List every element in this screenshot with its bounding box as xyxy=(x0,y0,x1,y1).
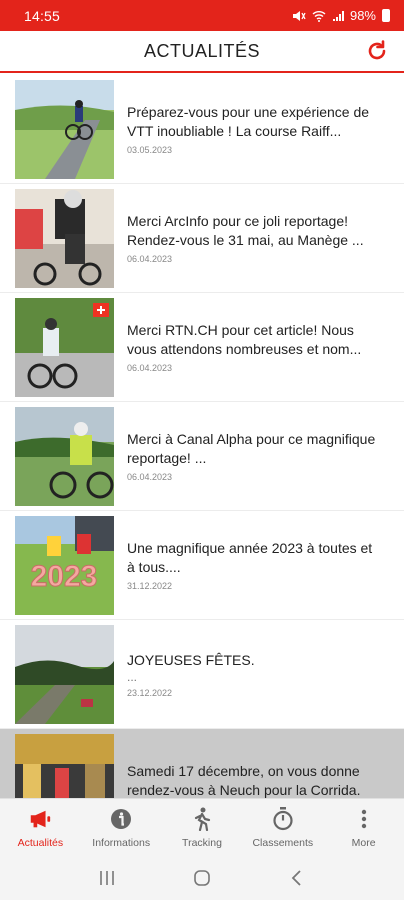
tab-more[interactable]: More xyxy=(323,799,404,856)
news-thumbnail xyxy=(15,624,114,724)
signal-icon xyxy=(332,10,344,21)
news-date: 03.05.2023 xyxy=(127,145,173,155)
thumbnail-year-text: 2023 xyxy=(31,560,98,593)
stopwatch-icon xyxy=(271,806,295,831)
walking-person-icon xyxy=(190,807,214,831)
news-date: 23.12.2022 xyxy=(127,687,173,698)
news-thumbnail xyxy=(15,733,114,798)
system-nav-bar xyxy=(0,856,404,900)
battery-level: 98% xyxy=(349,8,376,23)
status-icons: 98% xyxy=(292,8,390,23)
refresh-button[interactable] xyxy=(364,38,390,64)
bottom-tab-bar: Actualités Informations Tracking Classem… xyxy=(0,798,404,856)
news-title: Merci RTN.CH pour cet article! Nous vous… xyxy=(127,322,362,357)
home-icon xyxy=(194,870,210,886)
tab-classements[interactable]: Classements xyxy=(242,799,323,856)
news-list[interactable]: Préparez-vous pour une expérience de VTT… xyxy=(0,75,404,798)
news-item[interactable]: Samedi 17 décembre, on vous donne rendez… xyxy=(0,729,404,798)
news-thumbnail: 2023 xyxy=(15,515,114,615)
news-thumbnail xyxy=(15,79,114,179)
status-bar: 14:55 98% xyxy=(0,0,404,31)
news-item[interactable]: Merci ArcInfo pour ce joli reportage! Re… xyxy=(0,184,404,293)
news-title: Une magnifique année 2023 à toutes et à … xyxy=(127,540,373,575)
news-title: JOYEUSES FÊTES. xyxy=(127,651,255,668)
tab-tracking[interactable]: Tracking xyxy=(162,799,243,856)
tab-label: Informations xyxy=(92,836,151,849)
tab-actualites[interactable]: Actualités xyxy=(0,799,81,856)
home-button[interactable] xyxy=(182,863,222,893)
more-vertical-icon xyxy=(352,807,376,831)
news-date: 06.04.2023 xyxy=(127,472,173,482)
news-thumbnail xyxy=(15,297,114,397)
info-icon xyxy=(109,807,133,831)
refresh-icon xyxy=(368,40,386,60)
news-item[interactable]: Préparez-vous pour une expérience de VTT… xyxy=(0,75,404,184)
back-icon xyxy=(291,870,301,886)
news-item[interactable]: Merci RTN.CH pour cet article! Nous vous… xyxy=(0,293,404,402)
news-item[interactable]: JOYEUSES FÊTES. ... 23.12.2022 xyxy=(0,620,404,729)
battery-icon xyxy=(382,9,390,22)
recents-icon xyxy=(100,871,115,885)
news-date: 31.12.2022 xyxy=(127,581,173,591)
news-date: 06.04.2023 xyxy=(127,363,173,373)
recents-button[interactable] xyxy=(87,863,127,893)
tab-label: Actualités xyxy=(17,836,64,849)
news-title: Merci ArcInfo pour ce joli reportage! Re… xyxy=(127,213,364,248)
news-item[interactable]: Merci à Canal Alpha pour ce magnifique r… xyxy=(0,402,404,511)
news-title: Merci à Canal Alpha pour ce magnifique r… xyxy=(127,431,376,466)
tab-label: More xyxy=(351,836,376,849)
page-title: ACTUALITÉS xyxy=(143,40,261,61)
news-thumbnail xyxy=(15,406,114,506)
wifi-icon xyxy=(312,10,326,22)
back-button[interactable] xyxy=(277,863,317,893)
megaphone-icon xyxy=(28,807,52,831)
status-time: 14:55 xyxy=(24,7,61,24)
news-title: Préparez-vous pour une expérience de VTT… xyxy=(127,104,370,139)
app-header: ACTUALITÉS xyxy=(0,31,404,73)
news-thumbnail xyxy=(15,188,114,288)
mute-icon xyxy=(292,10,306,21)
tab-informations[interactable]: Informations xyxy=(81,799,162,856)
news-title: Samedi 17 décembre, on vous donne rendez… xyxy=(127,763,361,798)
tab-label: Tracking xyxy=(182,836,222,849)
news-item[interactable]: 2023 Une magnifique année 2023 à toutes … xyxy=(0,511,404,620)
news-date: 06.04.2023 xyxy=(127,254,173,264)
tab-label: Classements xyxy=(252,836,314,849)
news-excerpt: ... xyxy=(127,669,138,684)
